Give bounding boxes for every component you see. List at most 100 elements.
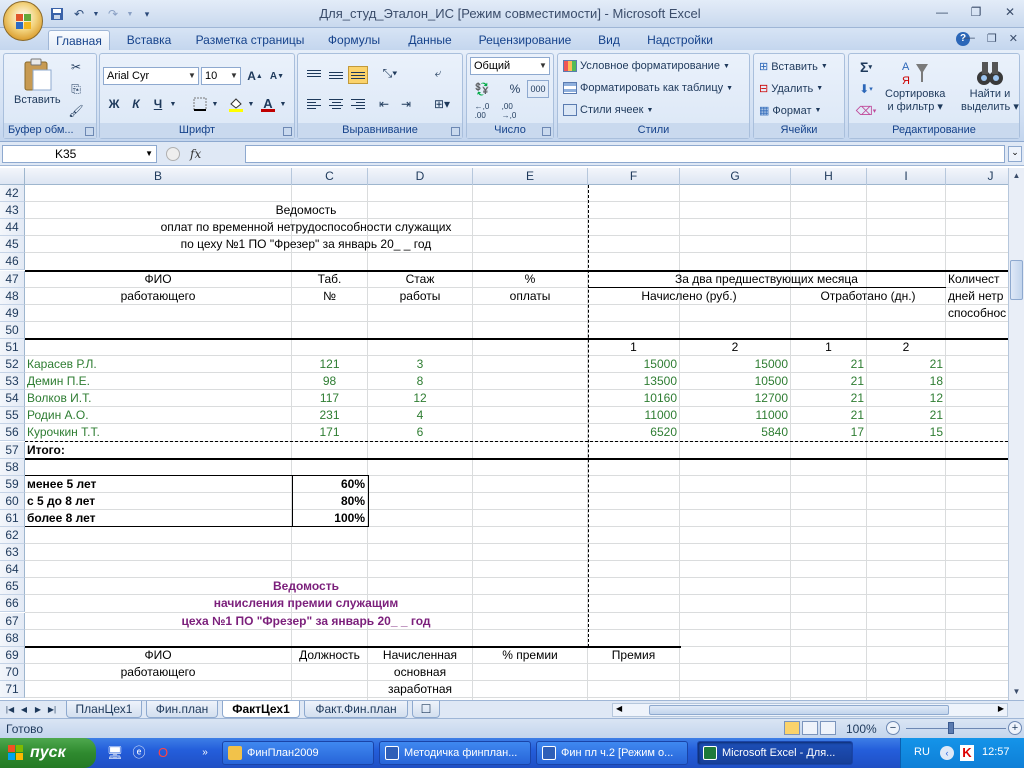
row-header[interactable]: 63 [0,544,25,562]
column-header-b[interactable]: B [25,168,292,185]
align-left-icon[interactable] [304,95,324,113]
decrease-decimal-icon[interactable]: ,00 →,0 [497,102,521,120]
accrued-month-2[interactable]: 11000 [682,407,788,424]
align-top-icon[interactable] [304,64,324,82]
row-header[interactable]: 65 [0,578,25,596]
align-bottom-icon[interactable] [348,66,368,84]
fill-dropdown-icon[interactable]: ▼ [246,95,256,113]
quick-launch-more-icon[interactable]: » [196,744,214,762]
clipboard-launcher-icon[interactable] [85,127,94,136]
prev-sheet-icon[interactable]: ◀ [18,703,30,717]
header-tab[interactable]: № [294,288,365,305]
row-header[interactable]: 58 [0,458,25,476]
worked-month-1[interactable]: 21 [793,390,864,407]
row-header[interactable]: 68 [0,629,25,647]
copy-icon[interactable]: ⎘ [66,80,86,98]
accrued-month-2[interactable]: 12700 [682,390,788,407]
header2-fio[interactable]: ФИО [27,647,289,664]
accrued-month-1[interactable]: 10160 [590,390,677,407]
undo-dropdown-icon[interactable]: ▼ [92,5,100,23]
insert-function-button[interactable]: fx [190,147,201,161]
header-sick-days[interactable]: дней нетр [948,288,1005,305]
shrink-font-icon[interactable]: A ▼ [267,67,287,85]
header-stazh[interactable]: Стаж [370,271,470,288]
worked-month-1[interactable]: 21 [793,407,864,424]
percent-icon[interactable]: % [505,80,525,98]
increase-indent-icon[interactable]: ⇥ [396,95,416,113]
tab-page-layout[interactable]: Разметка страницы [190,30,310,50]
employee-tab[interactable]: 117 [294,390,365,407]
underline-dropdown-icon[interactable]: ▼ [168,95,178,113]
vertical-scrollbar[interactable]: ▲ ▼ [1008,168,1024,700]
clear-icon[interactable]: ⌫ ▾ [853,102,879,120]
decrease-indent-icon[interactable]: ⇤ [374,95,394,113]
header-accrued[interactable]: Начислено (руб.) [590,288,788,305]
tab-insert[interactable]: Вставка [118,30,180,50]
horizontal-scrollbar[interactable]: ◀ ▶ [612,703,1008,717]
accrued-month-1[interactable]: 11000 [590,407,677,424]
employee-tab[interactable]: 231 [294,407,365,424]
insert-cells-button[interactable]: ⊞ Вставить ▼ [759,60,828,74]
name-box[interactable]: K35 ▼ [2,145,157,163]
header-worked[interactable]: Отработано (дн.) [793,288,943,305]
customize-qat-icon[interactable]: ▾ [138,5,156,23]
find-select-button[interactable]: Найти и выделить ▾ [961,58,1019,114]
merge-center-icon[interactable]: ⊞▾ [428,95,456,113]
header-percent[interactable]: % [475,271,585,288]
tab-addins[interactable]: Надстройки [638,30,722,50]
taskbar-item-fin-pl[interactable]: Фин пл ч.2 [Режим о... [536,741,688,765]
column-header-c[interactable]: C [292,168,368,185]
scroll-left-icon[interactable]: ◀ [616,704,622,713]
header-stazh[interactable]: работы [370,288,470,305]
row-header[interactable]: 57 [0,441,25,459]
worked-month-2[interactable]: 18 [869,373,943,390]
row-header[interactable]: 54 [0,390,25,408]
select-all-corner[interactable] [0,168,25,185]
employee-name[interactable]: Волков И.Т. [27,390,289,407]
worked-month-2[interactable]: 21 [869,407,943,424]
row-header[interactable]: 59 [0,475,25,493]
restore-icon[interactable]: ❐ [966,4,986,20]
accrued-month-2[interactable]: 5840 [682,424,788,441]
horizontal-scroll-thumb[interactable] [649,705,949,715]
taskbar-item-metodichka[interactable]: Методичка финплан... [379,741,531,765]
accrued-month-1[interactable]: 6520 [590,424,677,441]
currency-format-icon[interactable]: 💱 [470,80,494,98]
subheader-number[interactable]: 2 [682,339,788,356]
sort-filter-button[interactable]: AЯ Сортировка и фильтр ▾ [885,58,945,114]
header2-accrued[interactable]: заработная [370,681,470,698]
rate-value[interactable]: 100% [294,510,365,527]
scroll-down-icon[interactable]: ▼ [1010,685,1023,699]
minimize-icon[interactable]: — [932,4,952,20]
scroll-right-icon[interactable]: ▶ [998,704,1004,713]
employee-name[interactable]: Родин А.О. [27,407,289,424]
font-name-select[interactable]: Arial Cyr ▼ [103,67,199,85]
header-two-months[interactable]: За два предшествующих месяца [590,271,943,288]
row-header[interactable]: 53 [0,373,25,391]
opera-icon[interactable]: O [154,744,172,762]
header-sick-days[interactable]: Количест [948,271,1005,288]
italic-button[interactable]: К [126,95,146,113]
row-header[interactable]: 48 [0,287,25,305]
tab-view[interactable]: Вид [590,30,628,50]
rate-value[interactable]: 60% [294,476,365,493]
number-launcher-icon[interactable] [542,127,551,136]
column-header-i[interactable]: I [867,168,946,185]
accrued-month-1[interactable]: 13500 [590,373,677,390]
taskbar-item-excel[interactable]: Microsoft Excel - Для... [697,741,853,765]
last-sheet-icon[interactable]: ▶| [46,703,58,717]
zoom-level[interactable]: 100% [846,722,877,736]
worked-month-1[interactable]: 21 [793,373,864,390]
font-color-dropdown-icon[interactable]: ▼ [278,95,288,113]
sheet-tab-plan-ceh1[interactable]: ПланЦех1 [66,701,142,718]
thousands-separator-icon[interactable]: 000 [527,80,549,98]
orientation-icon[interactable]: ⤡▾ [376,64,404,82]
worked-month-2[interactable]: 15 [869,424,943,441]
sheet-tab-fakt-ceh1[interactable]: ФактЦех1 [222,701,300,718]
number-format-select[interactable]: Общий ▼ [470,57,550,75]
save-icon[interactable] [48,5,66,23]
start-button[interactable]: пуск [0,738,96,768]
format-as-table-button[interactable]: Форматировать как таблицу ▼ [563,82,733,94]
grow-font-icon[interactable]: A ▲ [245,67,265,85]
align-right-icon[interactable] [348,95,368,113]
